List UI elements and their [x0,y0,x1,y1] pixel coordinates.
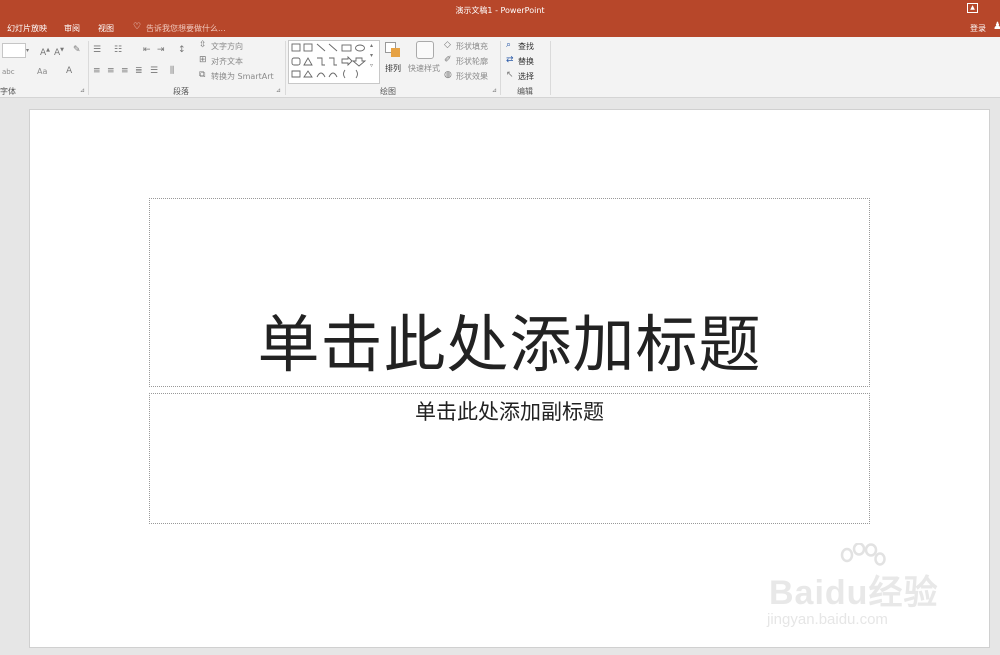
title-placeholder-text: 单击此处添加标题 [257,308,762,381]
subtitle-placeholder[interactable]: 单击此处添加副标题 [149,393,870,524]
bullets-icon[interactable]: ☰ [93,45,101,55]
char-spacing-button[interactable]: abc [2,68,15,76]
paragraph-dialog-launcher-icon[interactable]: ⊿ [276,86,281,96]
increase-font-icon[interactable]: A▲ [40,45,50,58]
find-icon: ⌕ [506,40,512,50]
subtitle-placeholder-text: 单击此处添加副标题 [415,400,604,424]
group-separator [550,41,551,95]
font-size-box[interactable] [2,43,26,58]
quick-styles-button[interactable]: 快速样式 [408,63,440,74]
shape-fill-button[interactable]: 形状填充 [456,41,488,52]
change-case-button[interactable]: Aa [37,67,47,76]
group-label-font: 字体 [0,87,16,96]
shape-effects-icon: ◍ [444,70,452,80]
share-icon[interactable]: ♟ [993,21,1000,32]
line-spacing-icon[interactable]: ↕ [178,45,186,55]
group-separator [285,41,286,95]
select-button[interactable]: 选择 [518,71,534,82]
shape-outline-icon: ✐ [444,55,452,65]
drawing-dialog-launcher-icon[interactable]: ⊿ [492,86,497,96]
align-left-icon[interactable]: ≡ [93,66,101,76]
font-dialog-launcher-icon[interactable]: ⊿ [80,86,85,96]
replace-button[interactable]: 替换 [518,56,534,67]
distribute-icon[interactable]: ☰ [150,66,158,76]
title-bar: 演示文稿1 - PowerPoint ▲ [0,0,1000,20]
group-separator [500,41,501,95]
numbering-icon[interactable]: ☷ [114,45,122,55]
ribbon-display-options-icon[interactable]: ▲ [967,3,978,13]
quick-styles-icon [416,41,434,59]
shapes-gallery-icons [291,43,367,79]
increase-indent-icon[interactable]: ⇥ [157,45,165,55]
lightbulb-icon: ♡ [133,22,142,32]
select-icon: ↖ [506,70,514,80]
login-link[interactable]: 登录 [970,23,986,34]
ribbon-tabs: 幻灯片放映 审阅 视图 ♡ 告诉我您想要做什么... 登录 ♟ [0,20,1000,37]
group-label-paragraph: 段落 [173,87,189,96]
shapes-gallery[interactable] [288,40,380,84]
find-button[interactable]: 查找 [518,41,534,52]
text-direction-button[interactable]: 文字方向 [211,41,243,52]
tab-review[interactable]: 审阅 [64,23,80,34]
decrease-indent-icon[interactable]: ⇤ [143,45,151,55]
tab-slideshow[interactable]: 幻灯片放映 [7,23,47,34]
group-label-editing: 编辑 [517,87,533,96]
columns-icon[interactable]: ⫼ [170,66,174,76]
shape-fill-icon: ◇ [444,40,451,50]
clear-format-icon[interactable]: ✎ [73,45,81,55]
baidu-watermark: Baidu经验 jingyan.baidu.com [765,543,945,635]
tab-view[interactable]: 视图 [98,23,114,34]
watermark-brand: Baidu经验 [769,574,939,612]
replace-icon: ⇄ [506,55,514,65]
justify-icon[interactable]: ≣ [135,66,143,76]
align-right-icon[interactable]: ≡ [121,66,129,76]
shape-effects-button[interactable]: 形状效果 [456,71,488,82]
title-placeholder[interactable]: 单击此处添加标题 [149,198,870,387]
window-title: 演示文稿1 - PowerPoint [455,6,545,15]
group-separator [88,41,89,95]
ribbon: ▾ A▲ A▼ ✎ abc Aa A 字体 ⊿ ☰ ☷ ⇤ ⇥ ↕ ≡ ≡ ≡ … [0,37,1000,98]
shape-outline-button[interactable]: 形状轮廓 [456,56,488,67]
arrange-button[interactable]: 排列 [385,63,401,74]
font-color-icon[interactable]: A [66,66,72,76]
group-label-drawing: 绘图 [380,87,396,96]
arrange-icon [385,42,401,58]
align-text-icon: ⊞ [199,55,207,65]
watermark-url: jingyan.baidu.com [767,611,888,628]
align-text-button[interactable]: 对齐文本 [211,56,243,67]
tell-me-input[interactable]: 告诉我您想要做什么... [146,23,226,34]
text-direction-icon: ⇳ [199,40,207,50]
shapes-scroll-icon[interactable]: ▴ ▾ ▿ [370,41,373,71]
align-center-icon[interactable]: ≡ [107,66,115,76]
convert-smartart-button[interactable]: 转换为 SmartArt [211,71,274,82]
decrease-font-icon[interactable]: A▼ [54,45,64,58]
smartart-icon: ⧉ [199,70,206,80]
font-size-dropdown-icon[interactable]: ▾ [26,46,29,56]
